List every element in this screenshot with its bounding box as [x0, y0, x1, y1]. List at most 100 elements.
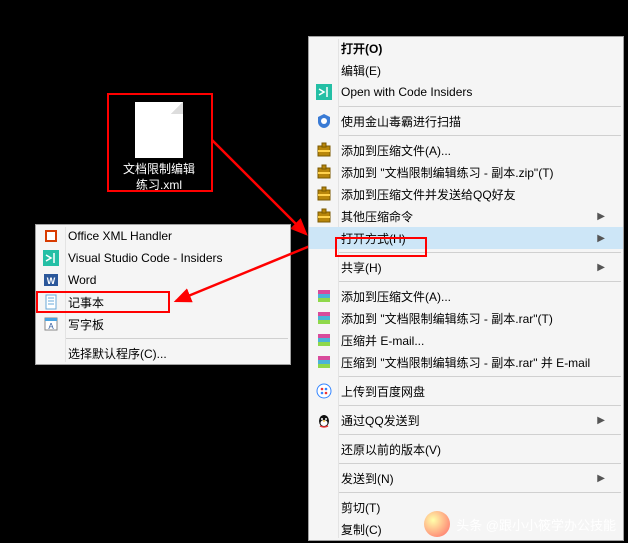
context-menu: 打开(O) 编辑(E) Open with Code Insiders 使用金山毒霸进…: [308, 36, 624, 541]
submenu-arrow-icon: ▶: [597, 211, 605, 222]
menu-item[interactable]: 添加到压缩文件(A)...: [309, 285, 623, 307]
blank-icon: [313, 61, 335, 79]
menu-item[interactable]: 上传到百度网盘: [309, 380, 623, 402]
menu-item-label: 压缩到 "文档限制编辑练习 - 副本.rar" 并 E-mail: [335, 354, 605, 371]
menu-separator: [339, 376, 621, 377]
blank-icon: [313, 440, 335, 458]
office-icon: [40, 227, 62, 245]
submenu-item-label: 记事本: [62, 294, 272, 311]
menu-separator: [339, 492, 621, 493]
qq-icon: [313, 411, 335, 429]
menu-item[interactable]: 添加到 "文档限制编辑练习 - 副本.rar"(T): [309, 307, 623, 329]
wordpad-icon: A: [40, 315, 62, 333]
zip-icon: [313, 141, 335, 159]
submenu-item-label: Office XML Handler: [62, 229, 272, 243]
desktop-file[interactable]: 文档限制编辑练习.xml: [120, 102, 198, 193]
blank-icon: [313, 520, 335, 538]
menu-item[interactable]: 打开方式(H) ▶: [309, 227, 623, 249]
rar-icon: [313, 309, 335, 327]
submenu-item[interactable]: W Word: [36, 269, 290, 291]
submenu-item-label: Visual Studio Code - Insiders: [62, 251, 272, 265]
menu-separator: [339, 106, 621, 107]
menu-item[interactable]: 共享(H) ▶: [309, 256, 623, 278]
menu-separator: [339, 252, 621, 253]
menu-item-label: 打开方式(H): [335, 230, 589, 247]
submenu-item-label: Word: [62, 273, 272, 287]
rar-icon: [313, 287, 335, 305]
zip-icon: [313, 163, 335, 181]
menu-item-label: 添加到压缩文件(A)...: [335, 288, 605, 305]
menu-item-label: 剪切(T): [335, 499, 605, 516]
menu-item-label: 其他压缩命令: [335, 208, 589, 225]
blank-icon: [313, 39, 335, 57]
menu-item-label: 使用金山毒霸进行扫描: [335, 113, 605, 130]
menu-item[interactable]: 打开(O): [309, 37, 623, 59]
svg-text:W: W: [47, 276, 56, 286]
submenu-item[interactable]: 选择默认程序(C)...: [36, 342, 290, 364]
baidu-icon: [313, 382, 335, 400]
menu-item-label: 添加到压缩文件(A)...: [335, 142, 605, 159]
menu-item[interactable]: 还原以前的版本(V): [309, 438, 623, 460]
blank-icon: [313, 469, 335, 487]
menu-item-label: 还原以前的版本(V): [335, 441, 605, 458]
menu-separator: [339, 281, 621, 282]
menu-item-label: 通过QQ发送到: [335, 412, 589, 429]
menu-item[interactable]: 添加到 "文档限制编辑练习 - 副本.zip"(T): [309, 161, 623, 183]
menu-item[interactable]: 通过QQ发送到 ▶: [309, 409, 623, 431]
submenu-arrow-icon: ▶: [597, 415, 605, 426]
menu-item-label: 编辑(E): [335, 62, 605, 79]
submenu-item-label: 选择默认程序(C)...: [62, 345, 272, 362]
menu-item-label: 发送到(N): [335, 470, 589, 487]
blank-icon: [40, 344, 62, 362]
menu-item-label: 打开(O): [335, 40, 605, 57]
duba-icon: [313, 112, 335, 130]
menu-item[interactable]: 编辑(E): [309, 59, 623, 81]
submenu-item[interactable]: Office XML Handler: [36, 225, 290, 247]
submenu-item[interactable]: Visual Studio Code - Insiders: [36, 247, 290, 269]
submenu-arrow-icon: ▶: [597, 262, 605, 273]
rar-icon: [313, 353, 335, 371]
menu-item[interactable]: 添加到压缩文件并发送给QQ好友: [309, 183, 623, 205]
notepad-icon: [40, 293, 62, 311]
menu-item[interactable]: 发送到(N) ▶: [309, 467, 623, 489]
word-icon: W: [40, 271, 62, 289]
menu-item-label: 添加到 "文档限制编辑练习 - 副本.zip"(T): [335, 164, 605, 181]
menu-separator: [66, 338, 288, 339]
open-with-submenu: Office XML Handler Visual Studio Code - I…: [35, 224, 291, 365]
file-icon: [135, 102, 183, 158]
zip-icon: [313, 207, 335, 225]
menu-separator: [339, 463, 621, 464]
submenu-arrow-icon: ▶: [597, 473, 605, 484]
menu-item-label: 复制(C): [335, 521, 605, 538]
menu-item-label: 添加到 "文档限制编辑练习 - 副本.rar"(T): [335, 310, 605, 327]
submenu-item-label: 写字板: [62, 316, 272, 333]
menu-item[interactable]: 其他压缩命令 ▶: [309, 205, 623, 227]
zip-icon: [313, 185, 335, 203]
submenu-arrow-icon: ▶: [597, 233, 605, 244]
rar-icon: [313, 331, 335, 349]
menu-item[interactable]: 复制(C): [309, 518, 623, 540]
menu-item-label: Open with Code Insiders: [335, 85, 605, 99]
svg-text:A: A: [48, 322, 54, 331]
submenu-item[interactable]: A 写字板: [36, 313, 290, 335]
menu-item[interactable]: 压缩并 E-mail...: [309, 329, 623, 351]
menu-item-label: 压缩并 E-mail...: [335, 332, 605, 349]
blank-icon: [313, 229, 335, 247]
menu-item[interactable]: 压缩到 "文档限制编辑练习 - 副本.rar" 并 E-mail: [309, 351, 623, 373]
vscode-icon: [40, 249, 62, 267]
menu-item-label: 上传到百度网盘: [335, 383, 605, 400]
submenu-item[interactable]: 记事本: [36, 291, 290, 313]
menu-item[interactable]: Open with Code Insiders: [309, 81, 623, 103]
menu-separator: [339, 434, 621, 435]
file-name: 文档限制编辑练习.xml: [120, 162, 198, 193]
blank-icon: [313, 258, 335, 276]
menu-separator: [339, 135, 621, 136]
blank-icon: [313, 498, 335, 516]
menu-item[interactable]: 使用金山毒霸进行扫描: [309, 110, 623, 132]
menu-item-label: 共享(H): [335, 259, 589, 276]
menu-separator: [339, 405, 621, 406]
menu-item[interactable]: 添加到压缩文件(A)...: [309, 139, 623, 161]
menu-item-label: 添加到压缩文件并发送给QQ好友: [335, 186, 605, 203]
menu-item[interactable]: 剪切(T): [309, 496, 623, 518]
vscode-icon: [313, 83, 335, 101]
